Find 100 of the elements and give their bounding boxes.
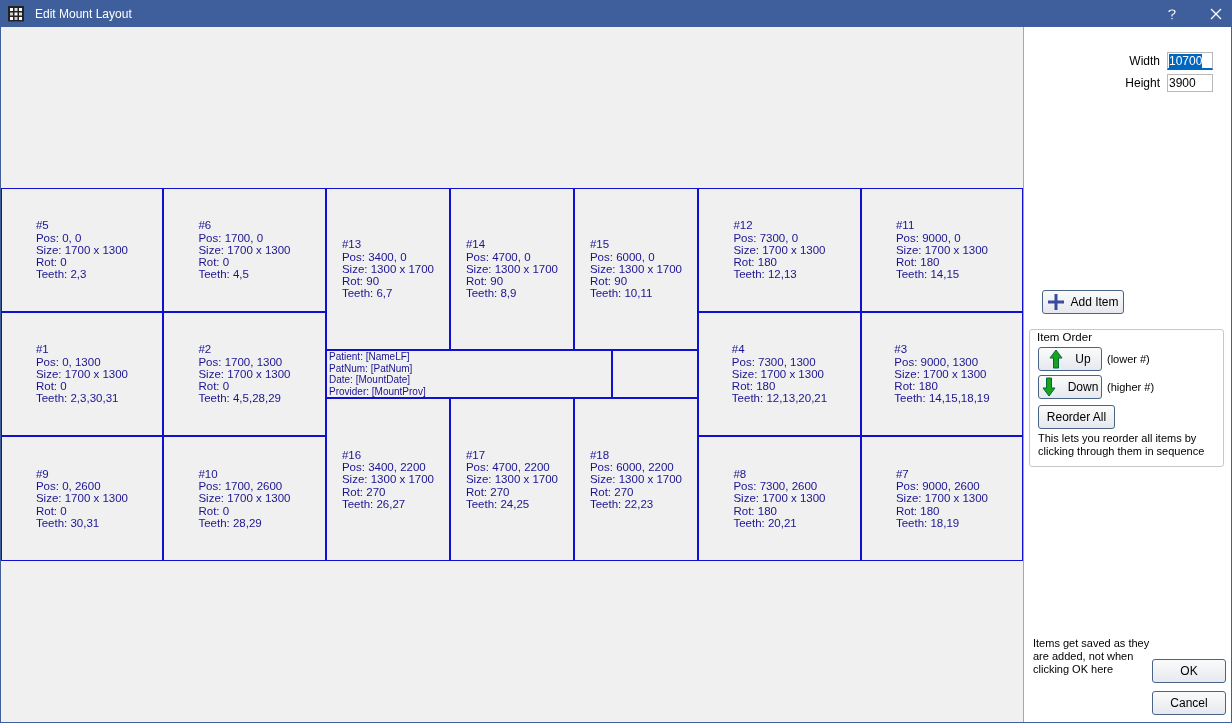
save-note: Items get saved as they are added, not when clicking OK here (1033, 637, 1151, 677)
item-text: #6 (198, 219, 213, 232)
item-text: Size: 1300 x 1700 (589, 262, 683, 276)
item-text: Pos: 9000, 1300 (894, 355, 980, 368)
up-button[interactable]: Up (1038, 347, 1102, 371)
item-text: Teeth: 14,15,18,19 (894, 392, 990, 405)
item-text: Pos: 4700, 0 (465, 250, 532, 263)
reorder-all-button[interactable]: Reorder All (1038, 405, 1115, 429)
item-text: Pos: 3400, 2200 (341, 461, 427, 474)
item-text: Rot: 0 (198, 380, 231, 393)
mount-item[interactable]: #13 Pos: 3400, 0 Size: 1300 x 1700 Rot: 90 Teeth: 6,7 (326, 188, 450, 350)
down-button[interactable]: Down (1038, 375, 1102, 399)
item-text: #16 (341, 449, 363, 462)
mount-item[interactable]: #2 Pos: 1700, 1300 Size: 1700 x 1300 Rot: 0 Teeth: 4,5,28,29 (163, 312, 326, 436)
item-text: Rot: 0 (198, 504, 231, 517)
item-text: Teeth: 24,25 (465, 497, 531, 510)
text-line: PatNum: [PatNum] (329, 362, 413, 374)
mount-item[interactable]: #9 Pos: 0, 2600 Size: 1700 x 1300 Rot: 0 Teeth: 30,31 (1, 436, 163, 561)
up-hint: (lower #) (1107, 353, 1150, 365)
input-field[interactable]: 3900 (1167, 74, 1213, 92)
item-text: #3 (894, 343, 909, 356)
item-text: Teeth: 18,19 (895, 516, 961, 529)
item-text: #10 (198, 468, 219, 481)
mount-item[interactable]: #10 Pos: 1700, 2600 Size: 1700 x 1300 Rot: 0 Teeth: 28,29 (163, 436, 326, 561)
item-text: Pos: 1700, 1300 (198, 355, 284, 368)
text-line: Patient: [NameLF] (329, 351, 410, 363)
field-label: Width (1129, 54, 1160, 68)
input-field[interactable]: 10700 (1167, 52, 1213, 70)
item-text: Size: 1300 x 1700 (465, 473, 559, 486)
plus-icon (1047, 293, 1066, 311)
item-text: Rot: 0 (198, 256, 231, 269)
mount-item[interactable]: #8 Pos: 7300, 2600 Size: 1700 x 1300 Rot: 180 Teeth: 20,21 (698, 436, 861, 561)
item-text: Pos: 7300, 0 (733, 231, 800, 244)
item-text: Rot: 90 (589, 275, 629, 288)
close-icon[interactable] (1210, 8, 1222, 20)
item-text: Teeth: 14,15 (895, 268, 961, 281)
item-text: Size: 1700 x 1300 (894, 367, 988, 381)
window-title: Edit Mount Layout (35, 7, 133, 21)
help-icon[interactable] (1168, 8, 1176, 20)
item-text: Pos: 3400, 0 (341, 250, 408, 263)
mount-item[interactable]: #18 Pos: 6000, 2200 Size: 1300 x 1700 Rot: 270 Teeth: 22,23 (574, 398, 698, 561)
item-text: Size: 1300 x 1700 (589, 473, 683, 486)
mount-item[interactable]: #7 Pos: 9000, 2600 Size: 1700 x 1300 Rot: 180 Teeth: 18,19 (861, 436, 1023, 561)
item-text: Size: 1700 x 1300 (733, 243, 826, 257)
item-text: Size: 1700 x 1300 (733, 492, 826, 505)
item-text: Pos: 4700, 2200 (465, 461, 551, 474)
item-text: #11 (895, 219, 916, 232)
item-text: Pos: 0, 2600 (35, 480, 102, 493)
item-text: Pos: 1700, 2600 (198, 480, 284, 493)
item-text: Size: 1300 x 1700 (341, 473, 435, 486)
item-text: Rot: 180 (731, 380, 777, 393)
item-text: Size: 1300 x 1700 (341, 262, 435, 276)
item-text: Rot: 180 (895, 504, 941, 517)
item-text: Teeth: 8,9 (465, 287, 518, 300)
text-line: Date: [MountDate] (329, 374, 411, 386)
item-text: Teeth: 10,11 (589, 287, 654, 300)
item-text: #5 (35, 219, 50, 232)
item-text: Pos: 7300, 1300 (731, 355, 817, 368)
mount-item[interactable]: #5 Pos: 0, 0 Size: 1700 x 1300 Rot: 0 Teeth: 2,3 (1, 188, 163, 312)
mount-text-item[interactable]: Patient: [NameLF] PatNum: [PatNum] Date: [MountDate] Provider: [MountProv] (326, 350, 612, 398)
item-text: #8 (733, 468, 748, 481)
mount-slot[interactable] (612, 350, 698, 398)
mount-item[interactable]: #11 Pos: 9000, 0 Size: 1700 x 1300 Rot: 180 Teeth: 14,15 (861, 188, 1023, 312)
mount-item[interactable]: #16 Pos: 3400, 2200 Size: 1300 x 1700 Rot: 270 Teeth: 26,27 (326, 398, 450, 561)
item-text: #17 (465, 449, 487, 462)
mount-item[interactable]: #3 Pos: 9000, 1300 Size: 1700 x 1300 Rot: 180 Teeth: 14,15,18,19 (861, 312, 1023, 436)
mount-item[interactable]: #1 Pos: 0, 1300 Size: 1700 x 1300 Rot: 0 Teeth: 2,3,30,31 (1, 312, 163, 436)
item-text: #15 (589, 238, 611, 251)
mount-item[interactable]: #4 Pos: 7300, 1300 Size: 1700 x 1300 Rot: 180 Teeth: 12,13,20,21 (698, 312, 861, 436)
item-text: Teeth: 30,31 (35, 516, 101, 529)
item-text: Teeth: 4,5,28,29 (198, 392, 282, 405)
item-text: Size: 1700 x 1300 (35, 492, 129, 505)
item-text: Teeth: 12,13,20,21 (731, 392, 828, 405)
item-text: Rot: 0 (35, 256, 68, 269)
down-arrow-icon (1041, 377, 1056, 397)
item-text: #9 (35, 468, 50, 481)
item-text: Rot: 90 (465, 275, 505, 288)
item-text: Pos: 0, 1300 (35, 355, 102, 368)
add-item-button[interactable]: Add Item (1042, 290, 1124, 314)
mount-item[interactable]: #14 Pos: 4700, 0 Size: 1300 x 1700 Rot: 90 Teeth: 8,9 (450, 188, 574, 350)
item-text: Teeth: 20,21 (733, 516, 798, 529)
item-text: Rot: 0 (35, 380, 68, 393)
item-text: #7 (895, 468, 910, 481)
item-text: Teeth: 28,29 (198, 516, 263, 529)
item-text: Size: 1300 x 1700 (465, 262, 559, 276)
mount-item[interactable]: #12 Pos: 7300, 0 Size: 1700 x 1300 Rot: 180 Teeth: 12,13 (698, 188, 861, 312)
item-text: Teeth: 12,13 (733, 268, 798, 281)
item-text: Teeth: 22,23 (589, 497, 655, 510)
item-text: Rot: 90 (341, 275, 381, 288)
grid-icon (8, 6, 24, 22)
mount-item[interactable]: #17 Pos: 4700, 2200 Size: 1300 x 1700 Rot: 270 Teeth: 24,25 (450, 398, 574, 561)
mount-item[interactable]: #15 Pos: 6000, 0 Size: 1300 x 1700 Rot: 90 Teeth: 10,11 (574, 188, 698, 350)
ok-button[interactable]: OK (1152, 659, 1226, 683)
item-text: Size: 1700 x 1300 (35, 243, 129, 257)
cancel-button[interactable]: Cancel (1152, 691, 1226, 715)
item-text: Rot: 270 (589, 485, 635, 498)
mount-item[interactable]: #6 Pos: 1700, 0 Size: 1700 x 1300 Rot: 0 Teeth: 4,5 (163, 188, 326, 312)
item-text: #14 (465, 238, 487, 251)
item-text: Size: 1700 x 1300 (198, 243, 291, 257)
item-text: Rot: 180 (733, 256, 778, 269)
